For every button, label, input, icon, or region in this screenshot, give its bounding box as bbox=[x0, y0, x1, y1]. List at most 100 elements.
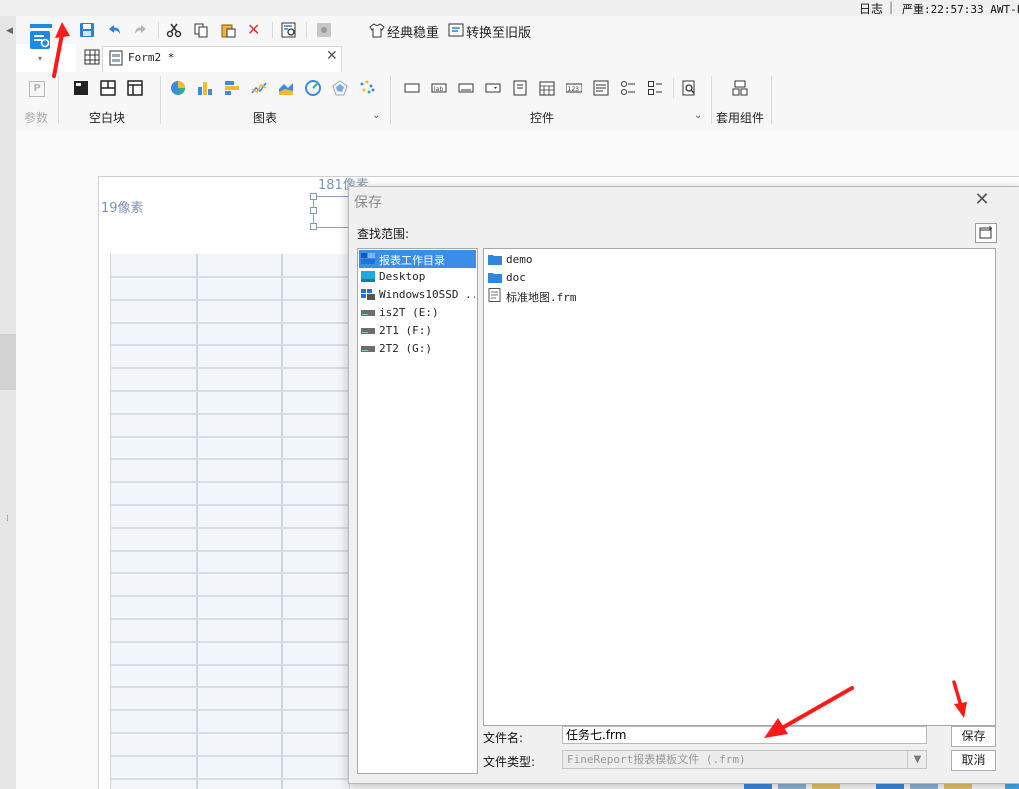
pie-chart-icon[interactable] bbox=[170, 80, 186, 96]
tab-form2-label[interactable]: Form2 * bbox=[128, 51, 174, 64]
place-item-windows-drive[interactable]: Windows10SSD ... bbox=[359, 286, 476, 304]
button-control-icon[interactable] bbox=[404, 80, 420, 96]
tab-layout-icon[interactable] bbox=[127, 80, 143, 96]
grid-row-line bbox=[110, 664, 348, 666]
split-layout-icon[interactable] bbox=[100, 80, 116, 96]
convert-old-label[interactable]: 转换至旧版 bbox=[466, 22, 531, 41]
grid-row-line bbox=[110, 641, 348, 643]
chart-expand-chevron-icon[interactable]: ⌄ bbox=[372, 110, 380, 121]
resize-handle[interactable] bbox=[310, 223, 317, 230]
search-control-icon[interactable] bbox=[681, 80, 697, 96]
date-control-icon[interactable] bbox=[539, 80, 555, 96]
file-name-input[interactable] bbox=[562, 726, 927, 744]
cancel-button[interactable]: 取消 bbox=[951, 750, 996, 771]
place-item-drive-f[interactable]: 2T1 (F:) bbox=[359, 322, 476, 340]
place-item-desktop[interactable]: Desktop bbox=[359, 268, 476, 286]
file-type-dropdown-icon[interactable]: ▼ bbox=[907, 751, 927, 768]
file-name-label: 文件名: bbox=[483, 731, 524, 745]
blank-block-label[interactable]: 空白块 bbox=[89, 109, 125, 126]
save-button[interactable]: 保存 bbox=[951, 726, 996, 747]
list-control-icon[interactable] bbox=[512, 80, 528, 96]
delete-icon[interactable]: ✕ bbox=[247, 22, 263, 38]
resize-handle[interactable] bbox=[310, 207, 317, 214]
svg-text:123: 123 bbox=[568, 86, 580, 93]
number-control-icon[interactable]: 123 bbox=[565, 80, 583, 96]
tab-close-icon[interactable]: ✕ bbox=[326, 48, 338, 64]
place-label: Desktop bbox=[379, 270, 426, 283]
log-label[interactable]: 日志 bbox=[859, 0, 883, 17]
controls-label[interactable]: 控件 bbox=[530, 109, 554, 126]
params-label[interactable]: 参数 bbox=[24, 109, 48, 126]
folder-icon bbox=[488, 254, 502, 265]
grid-row-line bbox=[110, 413, 348, 415]
ribbon-separator bbox=[673, 78, 674, 98]
convert-template-icon[interactable] bbox=[448, 22, 464, 38]
place-item-drive-e[interactable]: is2T (E:) bbox=[359, 304, 476, 322]
grid-row-line bbox=[110, 618, 348, 620]
left-pixel-label: 19像素 bbox=[101, 201, 144, 216]
area-chart-icon[interactable] bbox=[278, 80, 294, 96]
bar-chart-icon[interactable] bbox=[224, 80, 240, 96]
ribbon-separator bbox=[58, 76, 59, 124]
redo-icon[interactable] bbox=[133, 22, 149, 38]
line-chart-icon[interactable] bbox=[251, 80, 267, 96]
copy-icon[interactable] bbox=[193, 22, 209, 38]
grid-row-line bbox=[110, 550, 348, 552]
blank-block-icon[interactable] bbox=[73, 80, 89, 96]
place-item-report-dir[interactable]: 报表工作目录 bbox=[359, 250, 476, 268]
file-list-panel[interactable] bbox=[483, 248, 996, 726]
radar-chart-icon[interactable] bbox=[332, 80, 348, 96]
hard-drive-icon bbox=[361, 307, 375, 318]
checkbox-group-control-icon[interactable] bbox=[647, 80, 663, 96]
place-item-drive-g[interactable]: 2T2 (G:) bbox=[359, 340, 476, 358]
scatter-chart-icon[interactable] bbox=[359, 80, 375, 96]
ribbon-separator bbox=[711, 76, 712, 124]
shirt-theme-icon[interactable] bbox=[369, 22, 385, 38]
radio-group-control-icon[interactable] bbox=[620, 80, 636, 96]
cut-icon[interactable] bbox=[166, 22, 182, 38]
desktop-icon bbox=[361, 271, 375, 282]
toolbar-separator bbox=[158, 22, 159, 38]
report-directory-icon bbox=[361, 253, 375, 264]
gauge-chart-icon[interactable] bbox=[305, 80, 321, 96]
left-side-strip: ◀ ⁞ bbox=[0, 16, 16, 789]
paste-icon[interactable] bbox=[220, 22, 236, 38]
preview-template-icon[interactable] bbox=[281, 22, 297, 38]
file-type-select[interactable]: FineReport报表模板文件 (.frm) bbox=[562, 750, 927, 769]
label-control-icon[interactable]: lab bbox=[431, 80, 447, 96]
column-chart-icon[interactable] bbox=[197, 80, 213, 96]
file-type-value: FineReport报表模板文件 (.frm) bbox=[567, 753, 746, 766]
format-painter-icon[interactable] bbox=[316, 22, 332, 38]
red-arrow-annotation bbox=[764, 686, 854, 738]
grid-row-line bbox=[110, 276, 348, 278]
red-arrow-annotation bbox=[52, 22, 70, 78]
collapse-left-icon[interactable]: ◀ bbox=[6, 26, 13, 36]
place-label: 2T2 (G:) bbox=[379, 342, 432, 355]
chart-label[interactable]: 图表 bbox=[253, 109, 277, 126]
controls-expand-chevron-icon[interactable]: ⌄ bbox=[694, 110, 702, 121]
undo-icon[interactable] bbox=[106, 22, 122, 38]
classic-stable-label[interactable]: 经典稳重 bbox=[387, 22, 439, 41]
status-divider: | bbox=[889, 0, 894, 14]
form-file-icon bbox=[108, 50, 124, 66]
dialog-close-icon[interactable]: ✕ bbox=[972, 190, 992, 210]
grid-row-line bbox=[110, 732, 348, 734]
splitter-grip-icon[interactable]: ⁞ bbox=[6, 514, 9, 524]
place-label: 2T1 (F:) bbox=[379, 324, 432, 337]
textarea-control-icon[interactable] bbox=[593, 80, 609, 96]
place-label: 报表工作目录 bbox=[379, 254, 445, 267]
dropdown-control-icon[interactable] bbox=[485, 80, 501, 96]
grid-layout-icon[interactable] bbox=[84, 49, 100, 65]
app-menu-chevron-icon[interactable]: ▾ bbox=[38, 54, 42, 63]
parameter-icon[interactable]: P bbox=[29, 81, 45, 97]
new-folder-button[interactable] bbox=[975, 223, 997, 243]
package-label[interactable]: 套用组件 bbox=[716, 109, 764, 126]
grid-row-line bbox=[110, 344, 348, 346]
resize-handle[interactable] bbox=[310, 193, 317, 200]
side-handle[interactable] bbox=[0, 334, 16, 390]
frm-file-icon bbox=[488, 288, 502, 302]
windows-drive-icon bbox=[361, 289, 375, 300]
text-control-icon[interactable] bbox=[458, 80, 474, 96]
package-component-icon[interactable] bbox=[732, 80, 748, 96]
save-icon[interactable] bbox=[79, 22, 95, 38]
